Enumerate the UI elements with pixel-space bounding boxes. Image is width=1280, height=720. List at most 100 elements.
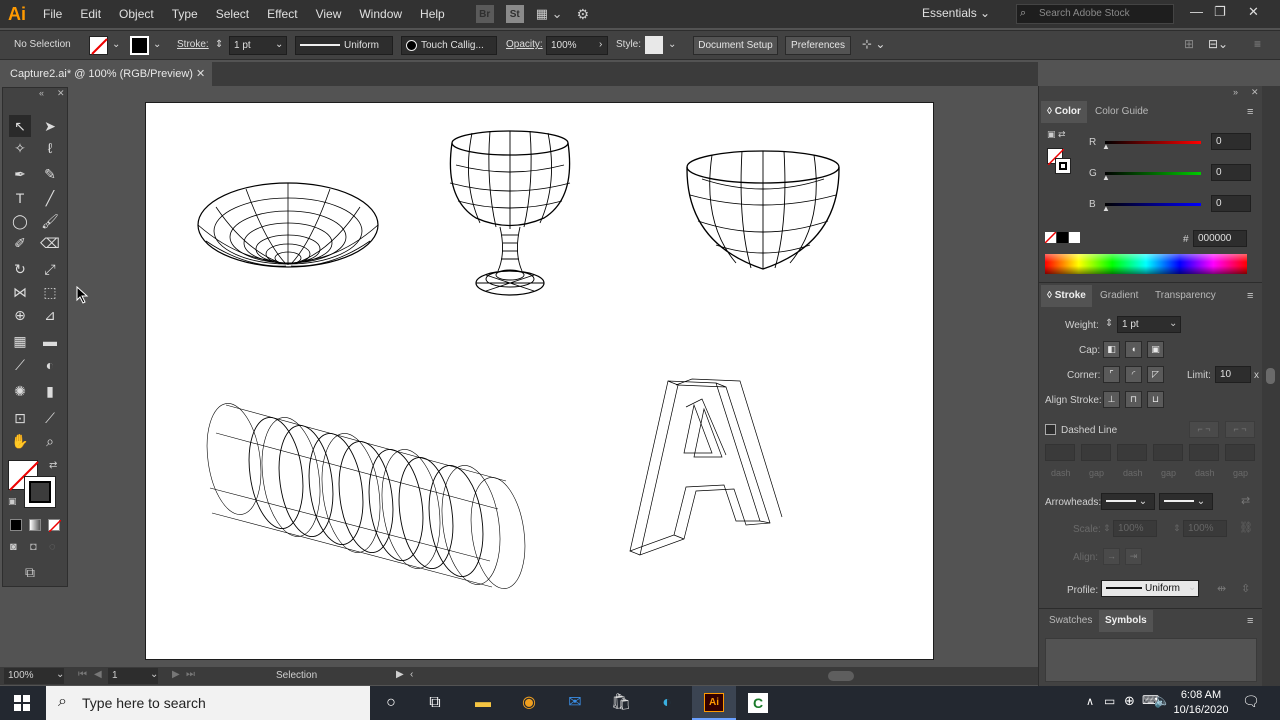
end-arrowhead-select[interactable]: ⌄	[1159, 493, 1213, 510]
g-slider-thumb-icon[interactable]: ▲	[1102, 173, 1110, 182]
stroke-weight-dropdown-icon[interactable]: ⌄	[275, 39, 283, 50]
white-swatch[interactable]	[1069, 232, 1080, 243]
menu-view[interactable]: View	[307, 0, 351, 28]
edge-icon[interactable]: ◐	[654, 691, 680, 715]
stroke-label[interactable]: Stroke:	[177, 39, 209, 50]
menu-type[interactable]: Type	[163, 0, 207, 28]
align-icon[interactable]: ⊞	[1184, 37, 1194, 51]
profile-select[interactable]: Uniform	[1101, 580, 1199, 597]
meet-now-icon[interactable]: ▭	[1104, 694, 1115, 708]
last-artboard-icon[interactable]: ⏭	[186, 669, 195, 680]
arrange-documents-icon[interactable]: ▦ ⌄	[536, 6, 563, 22]
blend-tool-icon[interactable]: ◐	[39, 354, 61, 376]
line-tool-icon[interactable]: ╱	[39, 187, 61, 209]
graphic-style-swatch[interactable]	[645, 36, 663, 54]
free-transform-tool-icon[interactable]: ⬚	[39, 281, 61, 303]
illustrator-taskbar-button[interactable]: Ai	[692, 686, 736, 720]
align-center-button[interactable]: ⊥	[1103, 391, 1120, 408]
symbols-panel-menu-icon[interactable]: ≡	[1247, 615, 1253, 627]
menu-select[interactable]: Select	[207, 0, 258, 28]
tab-color[interactable]: ◊ Color	[1041, 101, 1087, 123]
scale-1-field[interactable]: 100%	[1113, 520, 1157, 537]
flip-horizontal-icon[interactable]: ⇹	[1217, 582, 1226, 595]
menu-help[interactable]: Help	[411, 0, 454, 28]
align-dash-button[interactable]: ⌐ ¬	[1225, 421, 1255, 438]
notifications-icon[interactable]: 🗨	[1242, 693, 1260, 710]
lasso-tool-icon[interactable]: ℓ	[39, 137, 61, 159]
document-tab[interactable]: Capture2.ai* @ 100% (RGB/Preview)	[0, 62, 212, 86]
hex-field[interactable]: 000000	[1193, 230, 1247, 247]
scale-2-field[interactable]: 100%	[1183, 520, 1227, 537]
color-spectrum[interactable]	[1045, 254, 1247, 274]
magic-wand-tool-icon[interactable]: ✧	[9, 137, 31, 159]
variable-width-profile[interactable]: Uniform	[295, 36, 393, 55]
horizontal-scrollbar-thumb[interactable]	[828, 671, 854, 681]
gap-2-field[interactable]	[1153, 444, 1183, 461]
start-arrowhead-select[interactable]: ⌄	[1101, 493, 1155, 510]
preferences-button[interactable]: Preferences	[785, 36, 851, 55]
pen-tool-icon[interactable]: ✒	[9, 163, 31, 185]
butt-cap-button[interactable]: ◧	[1103, 341, 1120, 358]
bevel-join-button[interactable]: ◸	[1147, 366, 1164, 383]
tab-transparency[interactable]: Transparency	[1149, 285, 1222, 307]
scale-2-stepper-icon[interactable]: ⇕	[1173, 523, 1181, 534]
stroke-color-box[interactable]	[24, 476, 56, 508]
menu-effect[interactable]: Effect	[258, 0, 306, 28]
mail-icon[interactable]: ✉	[562, 691, 588, 715]
previous-artboard-icon[interactable]: ◀	[94, 669, 102, 680]
tab-gradient[interactable]: Gradient	[1094, 285, 1144, 307]
fill-dropdown-icon[interactable]: ⌄	[112, 39, 120, 50]
stroke-panel-menu-icon[interactable]: ≡	[1247, 290, 1253, 302]
color-mode-icon[interactable]	[10, 519, 22, 531]
scale-tool-icon[interactable]: ⤢	[39, 258, 61, 280]
dash-1-field[interactable]	[1045, 444, 1075, 461]
control-bar-menu-icon[interactable]: ≡	[1254, 37, 1261, 51]
tab-symbols[interactable]: Symbols	[1099, 610, 1153, 632]
slice-tool-icon[interactable]: ⟋	[39, 407, 61, 429]
gpu-performance-icon[interactable]: ⚙	[577, 6, 590, 23]
workspace-switcher[interactable]: Essentials ⌄	[922, 6, 990, 20]
zoom-dropdown-icon[interactable]: ⌄	[56, 669, 64, 680]
next-artboard-icon[interactable]: ▶	[172, 669, 180, 680]
direct-selection-tool-icon[interactable]: ➤	[39, 115, 61, 137]
weight-dropdown-icon[interactable]: ⌄	[1169, 318, 1177, 329]
status-menu-icon[interactable]: ▶	[396, 669, 404, 680]
link-scale-icon[interactable]: ⛓	[1239, 521, 1253, 534]
b-field[interactable]: 0	[1211, 195, 1251, 212]
zoom-tool-icon[interactable]: ⌕	[39, 430, 61, 452]
g-field[interactable]: 0	[1211, 164, 1251, 181]
perspective-grid-tool-icon[interactable]: ⊿	[39, 304, 61, 326]
r-field[interactable]: 0	[1211, 133, 1251, 150]
stroke-swatch[interactable]	[130, 36, 149, 55]
brush-definition[interactable]: Touch Callig...	[401, 36, 497, 55]
eraser-tool-icon[interactable]: ⌫	[39, 232, 61, 254]
gradient-tool-icon[interactable]: ▬	[39, 330, 61, 352]
document-setup-button[interactable]: Document Setup	[693, 36, 778, 55]
dock-scrollbar-thumb[interactable]	[1266, 368, 1275, 384]
weight-stepper-icon[interactable]: ⇕	[1105, 318, 1113, 329]
none-swatch[interactable]	[1044, 231, 1057, 244]
align-outside-button[interactable]: ⊔	[1147, 391, 1164, 408]
menu-window[interactable]: Window	[350, 0, 411, 28]
stroke-swatch-dropdown-icon[interactable]: ⌄	[153, 39, 161, 50]
symbols-list[interactable]	[1045, 638, 1257, 682]
black-swatch[interactable]	[1057, 232, 1068, 243]
first-artboard-icon[interactable]: ⏮	[78, 669, 87, 680]
hand-tool-icon[interactable]: ✋	[9, 430, 31, 452]
symbol-sprayer-tool-icon[interactable]: ✺	[9, 380, 31, 402]
miter-join-button[interactable]: ⌜	[1103, 366, 1120, 383]
swap-colors-icon[interactable]: ⇄	[49, 460, 57, 471]
ellipse-tool-icon[interactable]: ◯	[9, 210, 31, 232]
eyedropper-tool-icon[interactable]: ⟋	[9, 354, 31, 376]
gap-3-field[interactable]	[1225, 444, 1255, 461]
opacity-arrow-icon[interactable]: ›	[599, 39, 602, 50]
profile-dropdown-icon[interactable]: ⌄	[1188, 582, 1196, 593]
network-icon[interactable]: ⊕	[1124, 693, 1135, 709]
fill-swatch[interactable]	[89, 36, 108, 55]
stock-button[interactable]: St	[505, 5, 524, 23]
selection-tool-icon[interactable]: ↖	[9, 115, 31, 137]
gradient-mode-icon[interactable]	[29, 519, 41, 531]
opacity-label[interactable]: Opacity:	[506, 39, 543, 50]
tab-stroke[interactable]: ◊ Stroke	[1041, 285, 1092, 307]
type-tool-icon[interactable]: T	[9, 187, 31, 209]
